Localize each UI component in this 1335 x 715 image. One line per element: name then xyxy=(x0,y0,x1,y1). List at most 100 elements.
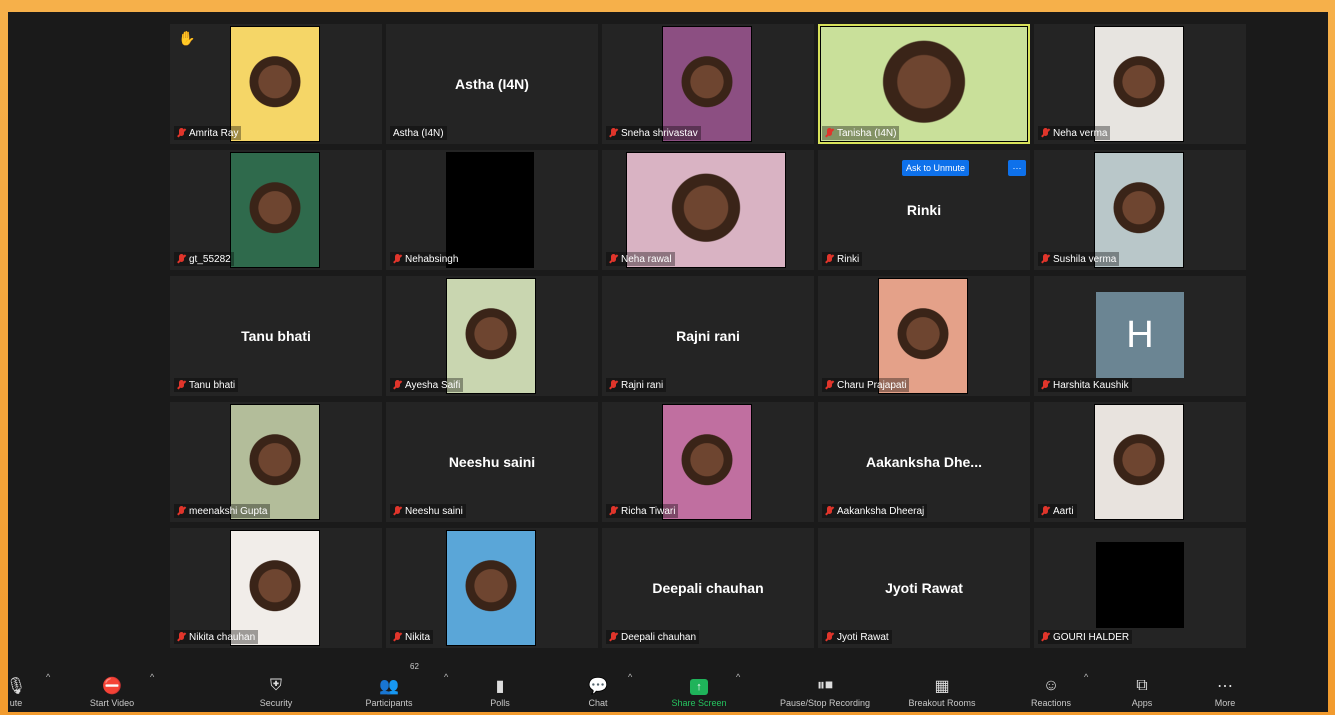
participant-name: Rajni rani xyxy=(621,379,664,391)
participant-tile[interactable]: Astha (I4N) Astha (I4N) xyxy=(386,24,598,144)
muted-mic-icon xyxy=(177,505,186,517)
muted-mic-icon xyxy=(825,631,834,643)
participant-name-label: Aakanksha Dheeraj xyxy=(822,504,928,518)
participant-name: gt_55282 xyxy=(189,253,231,265)
share-screen-button[interactable]: ↑ Share Screen xyxy=(658,664,740,708)
participant-name-label: Charu Prajapati xyxy=(822,378,910,392)
video-options-caret[interactable]: ^ xyxy=(150,672,154,682)
more-button[interactable]: ⋯ More xyxy=(1208,664,1242,708)
participant-video xyxy=(230,404,320,520)
participant-name: Sneha shrivastav xyxy=(621,127,698,139)
participant-name: Nehabsingh xyxy=(405,253,459,265)
more-dots-icon: ⋯ xyxy=(1217,678,1233,695)
participant-tile[interactable]: H Harshita Kaushik xyxy=(1034,276,1246,396)
participant-tile[interactable]: Richa Tiwari xyxy=(602,402,814,522)
participant-tile[interactable]: Sushila verma xyxy=(1034,150,1246,270)
participant-name-label: Rinki xyxy=(822,252,863,266)
participant-tile[interactable]: Jyoti Rawat Jyoti Rawat xyxy=(818,528,1030,648)
muted-mic-icon xyxy=(393,631,402,643)
participant-name-label: Ayesha Saifi xyxy=(390,378,464,392)
audio-options-caret[interactable]: ^ xyxy=(46,672,50,682)
participant-name-label: Richa Tiwari xyxy=(606,504,679,518)
grid-icon: ▦ xyxy=(934,678,950,695)
participant-video xyxy=(1094,152,1184,268)
reactions-options-caret[interactable]: ^ xyxy=(1084,672,1088,682)
muted-mic-icon xyxy=(1041,631,1050,643)
participant-tile[interactable]: Neha verma xyxy=(1034,24,1246,144)
ask-to-unmute-button[interactable]: Ask to Unmute xyxy=(902,160,970,176)
muted-mic-icon xyxy=(177,253,186,265)
participant-tile[interactable]: meenakshi Gupta xyxy=(170,402,382,522)
video-off-placeholder xyxy=(446,152,534,268)
participant-name: Nikita chauhan xyxy=(189,631,256,643)
participant-more-button[interactable]: ··· xyxy=(1008,160,1026,176)
participants-options-caret[interactable]: ^ xyxy=(444,672,448,682)
muted-mic-icon xyxy=(1041,253,1050,265)
muted-mic-icon xyxy=(1041,379,1050,391)
participant-tile[interactable]: Aakanksha Dhe... Aakanksha Dheeraj xyxy=(818,402,1030,522)
polls-button[interactable]: ▮ Polls xyxy=(480,664,520,708)
participant-tile[interactable]: Tanisha (I4N) xyxy=(818,24,1030,144)
participant-name: Charu Prajapati xyxy=(837,379,907,391)
participant-name-label: Sneha shrivastav xyxy=(606,126,701,140)
chat-options-caret[interactable]: ^ xyxy=(628,672,632,682)
participant-name-label: Sushila verma xyxy=(1038,252,1120,266)
participant-tile[interactable]: Deepali chauhan Deepali chauhan xyxy=(602,528,814,648)
participant-tile[interactable]: Aarti xyxy=(1034,402,1246,522)
participant-name: Amrita Ray xyxy=(189,127,239,139)
participant-tile[interactable]: GOURI HALDER xyxy=(1034,528,1246,648)
security-button[interactable]: ⛨ Security xyxy=(248,664,304,708)
participant-tile[interactable]: Amrita Ray ✋ xyxy=(170,24,382,144)
recording-button[interactable]: ⏸⏹ Pause/Stop Recording xyxy=(762,664,888,708)
participant-tile[interactable]: Rajni rani Rajni rani xyxy=(602,276,814,396)
participant-name: Neeshu saini xyxy=(405,505,463,517)
participant-name-label: Nikita xyxy=(390,630,434,644)
participant-name: Harshita Kaushik xyxy=(1053,379,1129,391)
participant-tile[interactable]: Sneha shrivastav xyxy=(602,24,814,144)
participant-tile[interactable]: Nehabsingh xyxy=(386,150,598,270)
participant-name-label: Nehabsingh xyxy=(390,252,462,266)
participant-name-label: GOURI HALDER xyxy=(1038,630,1133,644)
participant-name: meenakshi Gupta xyxy=(189,505,268,517)
start-video-button[interactable]: ⛔ Start Video xyxy=(80,664,144,708)
participant-tile[interactable]: Ayesha Saifi xyxy=(386,276,598,396)
smiley-icon: ☺ xyxy=(1042,677,1060,694)
participant-name-label: Tanu bhati xyxy=(174,378,239,392)
muted-mic-icon xyxy=(393,379,402,391)
participant-name: Tanu bhati xyxy=(189,379,236,391)
breakout-rooms-button[interactable]: ▦ Breakout Rooms xyxy=(904,664,980,708)
participant-name-label: Deepali chauhan xyxy=(606,630,700,644)
reactions-button[interactable]: ☺ Reactions xyxy=(1026,664,1076,708)
participant-tile[interactable]: Nikita xyxy=(386,528,598,648)
raised-hand-icon: ✋ xyxy=(178,30,196,46)
meeting-window: { "participants": [ {"name":"Amrita Ray"… xyxy=(8,12,1328,712)
muted-mic-icon xyxy=(825,127,834,139)
participant-video xyxy=(230,26,320,142)
meeting-toolbar: 🎙 ute ^ ⛔ Start Video ^ ⛨ Security 👥 Par… xyxy=(8,658,1328,712)
video-off-icon: ⛔ xyxy=(102,678,122,695)
participant-tile[interactable]: gt_55282 xyxy=(170,150,382,270)
participant-tile[interactable]: Tanu bhati Tanu bhati xyxy=(170,276,382,396)
share-options-caret[interactable]: ^ xyxy=(736,672,740,682)
pause-stop-icon: ⏸⏹ xyxy=(816,677,833,694)
muted-mic-icon xyxy=(1041,505,1050,517)
participant-name-label: Nikita chauhan xyxy=(174,630,259,644)
participant-tile[interactable]: Charu Prajapati xyxy=(818,276,1030,396)
participant-tile[interactable]: Rinki Rinki Ask to Unmute ··· xyxy=(818,150,1030,270)
chat-button[interactable]: 💬 Chat xyxy=(580,664,616,708)
participant-video xyxy=(446,530,536,646)
participant-name: GOURI HALDER xyxy=(1053,631,1130,643)
muted-mic-icon xyxy=(177,631,186,643)
apps-button[interactable]: ⧉ Apps xyxy=(1126,664,1158,708)
participant-tile[interactable]: Neha rawal xyxy=(602,150,814,270)
chat-bubble-icon: 💬 xyxy=(588,678,608,695)
participant-video xyxy=(662,26,752,142)
participant-count-badge: 62 xyxy=(410,662,419,671)
participant-tile[interactable]: Nikita chauhan xyxy=(170,528,382,648)
share-arrow-icon: ↑ xyxy=(690,679,708,695)
unmute-button[interactable]: 🎙 ute xyxy=(8,664,30,708)
muted-mic-icon xyxy=(609,631,618,643)
muted-mic-icon xyxy=(393,253,402,265)
participant-tile[interactable]: Neeshu saini Neeshu saini xyxy=(386,402,598,522)
muted-mic-icon xyxy=(609,253,618,265)
